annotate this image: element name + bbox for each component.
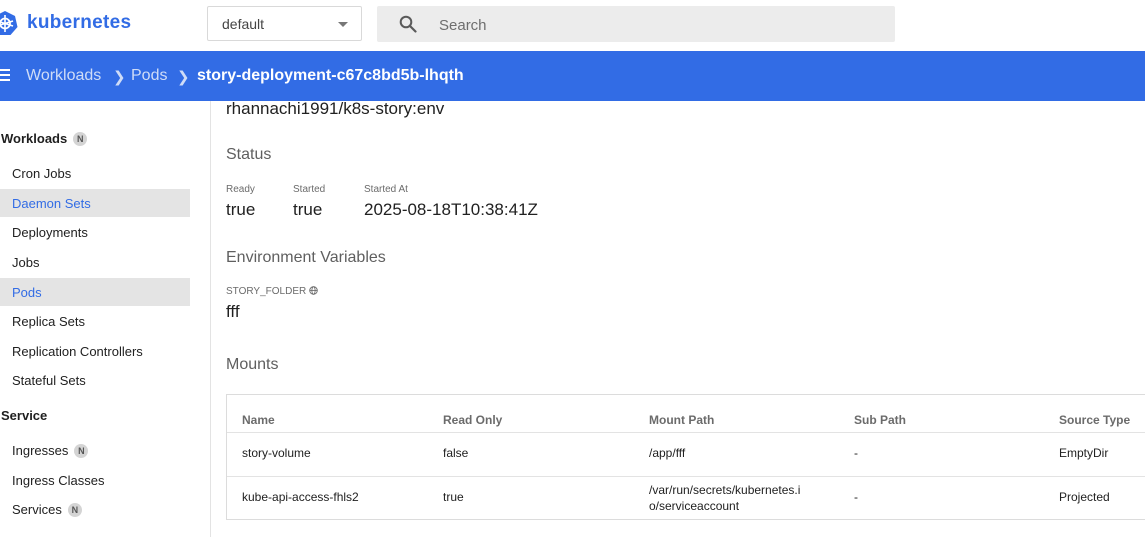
sidebar-item-services[interactable]: Services N bbox=[0, 495, 190, 523]
field-label-started-at: Started At bbox=[364, 184, 408, 195]
section-title: Service bbox=[1, 408, 48, 423]
sidebar-item-ingresses[interactable]: Ingresses N bbox=[0, 436, 190, 464]
sidebar-item-replication-controllers[interactable]: Replication Controllers bbox=[0, 337, 190, 365]
sidebar-item-stateful-sets[interactable]: Stateful Sets bbox=[0, 366, 190, 394]
sidebar-item-deployments[interactable]: Deployments bbox=[0, 218, 190, 246]
breadcrumb-current-pod: story-deployment-c67c8bd5b-lhqth bbox=[197, 67, 464, 84]
field-value-started-at: 2025-08-18T10:38:41Z bbox=[364, 200, 538, 219]
env-var-value: fff bbox=[226, 302, 240, 321]
column-header-sub-path[interactable]: Sub Path bbox=[854, 413, 906, 427]
dropdown-arrow-icon bbox=[338, 22, 348, 27]
status-section-title: Status bbox=[226, 146, 272, 163]
kubernetes-logo-icon[interactable] bbox=[0, 10, 18, 36]
field-value-started: true bbox=[293, 200, 323, 219]
chevron-right-icon: ❯ bbox=[113, 69, 126, 86]
cell-read-only: false bbox=[443, 446, 469, 460]
top-header: kubernetes default bbox=[0, 0, 1145, 51]
field-label-ready: Ready bbox=[226, 184, 255, 195]
column-header-read-only[interactable]: Read Only bbox=[443, 413, 502, 427]
cell-mount-path: /app/fff bbox=[649, 446, 686, 460]
sidebar-item-ingress-classes[interactable]: Ingress Classes bbox=[0, 466, 190, 494]
globe-icon bbox=[309, 286, 318, 295]
cell-mount-path: /var/run/secrets/kubernetes.io/serviceac… bbox=[649, 483, 801, 513]
sidebar-section-service[interactable]: Service bbox=[1, 408, 47, 423]
namespace-value: default bbox=[222, 16, 265, 32]
sidebar-item-cron-jobs[interactable]: Cron Jobs bbox=[0, 159, 190, 187]
section-title: Workloads bbox=[1, 131, 68, 146]
breadcrumb: Workloads ❯ Pods ❯ story-deployment-c67c… bbox=[0, 51, 1145, 101]
field-label-started: Started bbox=[293, 184, 326, 195]
sidebar-item-replica-sets[interactable]: Replica Sets bbox=[0, 307, 190, 335]
namespaced-badge: N bbox=[74, 444, 89, 458]
sidebar-item-pods[interactable]: Pods bbox=[0, 278, 190, 306]
cell-read-only: true bbox=[443, 490, 464, 504]
sidebar-item-daemon-sets[interactable]: Daemon Sets bbox=[0, 189, 190, 217]
chevron-right-icon: ❯ bbox=[177, 69, 190, 86]
namespace-select[interactable]: default bbox=[207, 6, 362, 41]
search-icon[interactable] bbox=[399, 15, 417, 33]
row-divider bbox=[227, 432, 1145, 433]
cell-source-type: EmptyDir bbox=[1059, 446, 1109, 460]
cell-name: story-volume bbox=[242, 446, 311, 460]
row-divider bbox=[227, 476, 1145, 477]
env-var-name: STORY_FOLDER bbox=[226, 286, 318, 297]
search-input[interactable] bbox=[437, 6, 881, 44]
sidebar-section-workloads[interactable]: Workloads N bbox=[1, 131, 88, 146]
breadcrumb-workloads[interactable]: Workloads bbox=[26, 67, 101, 85]
cell-name: kube-api-access-fhls2 bbox=[242, 490, 359, 504]
brand-name[interactable]: kubernetes bbox=[27, 12, 131, 34]
sidebar-item-jobs[interactable]: Jobs bbox=[0, 248, 190, 276]
namespaced-badge: N bbox=[67, 503, 82, 517]
field-value-ready: true bbox=[226, 200, 256, 219]
pod-detail-content: rhannachi1991/k8s-story:env Status Ready… bbox=[212, 99, 1145, 537]
column-header-source-type[interactable]: Source Type bbox=[1059, 413, 1130, 427]
env-section-title: Environment Variables bbox=[226, 249, 386, 266]
sidebar: Workloads N Cron Jobs Daemon Sets Deploym… bbox=[0, 101, 211, 537]
container-image: rhannachi1991/k8s-story:env bbox=[226, 99, 445, 118]
menu-icon[interactable] bbox=[0, 69, 10, 83]
cell-source-type: Projected bbox=[1059, 490, 1110, 504]
cell-sub-path: - bbox=[854, 490, 858, 504]
search-bar bbox=[377, 6, 895, 44]
column-header-mount-path[interactable]: Mount Path bbox=[649, 413, 714, 427]
breadcrumb-pods[interactable]: Pods bbox=[131, 67, 167, 85]
mounts-table: Name Read Only Mount Path Sub Path Sourc… bbox=[226, 394, 1145, 520]
cell-sub-path: - bbox=[854, 446, 858, 460]
namespaced-badge: N bbox=[73, 132, 88, 146]
mounts-section-title: Mounts bbox=[226, 356, 279, 373]
column-header-name[interactable]: Name bbox=[242, 413, 275, 427]
